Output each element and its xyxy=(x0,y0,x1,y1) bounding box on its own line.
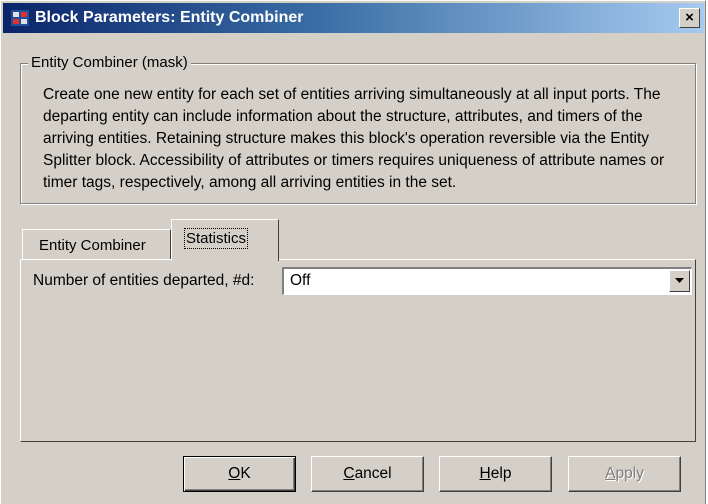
departed-select[interactable]: Off xyxy=(282,267,692,295)
tab-statistics[interactable]: Statistics xyxy=(171,219,279,261)
title-bar[interactable]: Block Parameters: Entity Combiner × xyxy=(3,3,704,33)
chevron-down-icon xyxy=(675,278,684,283)
tab-label: Statistics xyxy=(183,228,249,249)
apply-label-rest: pply xyxy=(615,465,644,482)
ok-accel: O xyxy=(228,465,241,482)
dropdown-button[interactable] xyxy=(669,270,690,292)
ok-button[interactable]: OK xyxy=(183,456,296,492)
tab-label: Entity Combiner xyxy=(39,237,146,254)
group-legend: Entity Combiner (mask) xyxy=(28,54,191,71)
departed-select-value: Off xyxy=(290,272,311,289)
help-accel: H xyxy=(479,465,491,482)
ok-label-rest: K xyxy=(240,465,251,482)
block-parameters-dialog: Block Parameters: Entity Combiner × Enti… xyxy=(0,0,706,504)
cancel-button[interactable]: Cancel xyxy=(311,456,424,492)
mask-description-text: Create one new entity for each set of en… xyxy=(43,86,665,191)
close-button[interactable]: × xyxy=(679,8,700,28)
close-icon: × xyxy=(685,9,694,26)
tab-entity-combiner[interactable]: Entity Combiner xyxy=(22,229,171,259)
apply-button[interactable]: Apply xyxy=(568,456,681,492)
apply-accel: A xyxy=(605,465,616,482)
help-label-rest: elp xyxy=(490,465,512,482)
cancel-label-rest: ancel xyxy=(354,465,392,482)
window-title: Block Parameters: Entity Combiner xyxy=(35,9,304,26)
help-button[interactable]: Help xyxy=(439,456,552,492)
simulink-block-icon xyxy=(11,10,29,26)
cancel-accel: C xyxy=(343,465,355,482)
departed-label: Number of entities departed, #d: xyxy=(33,272,255,289)
